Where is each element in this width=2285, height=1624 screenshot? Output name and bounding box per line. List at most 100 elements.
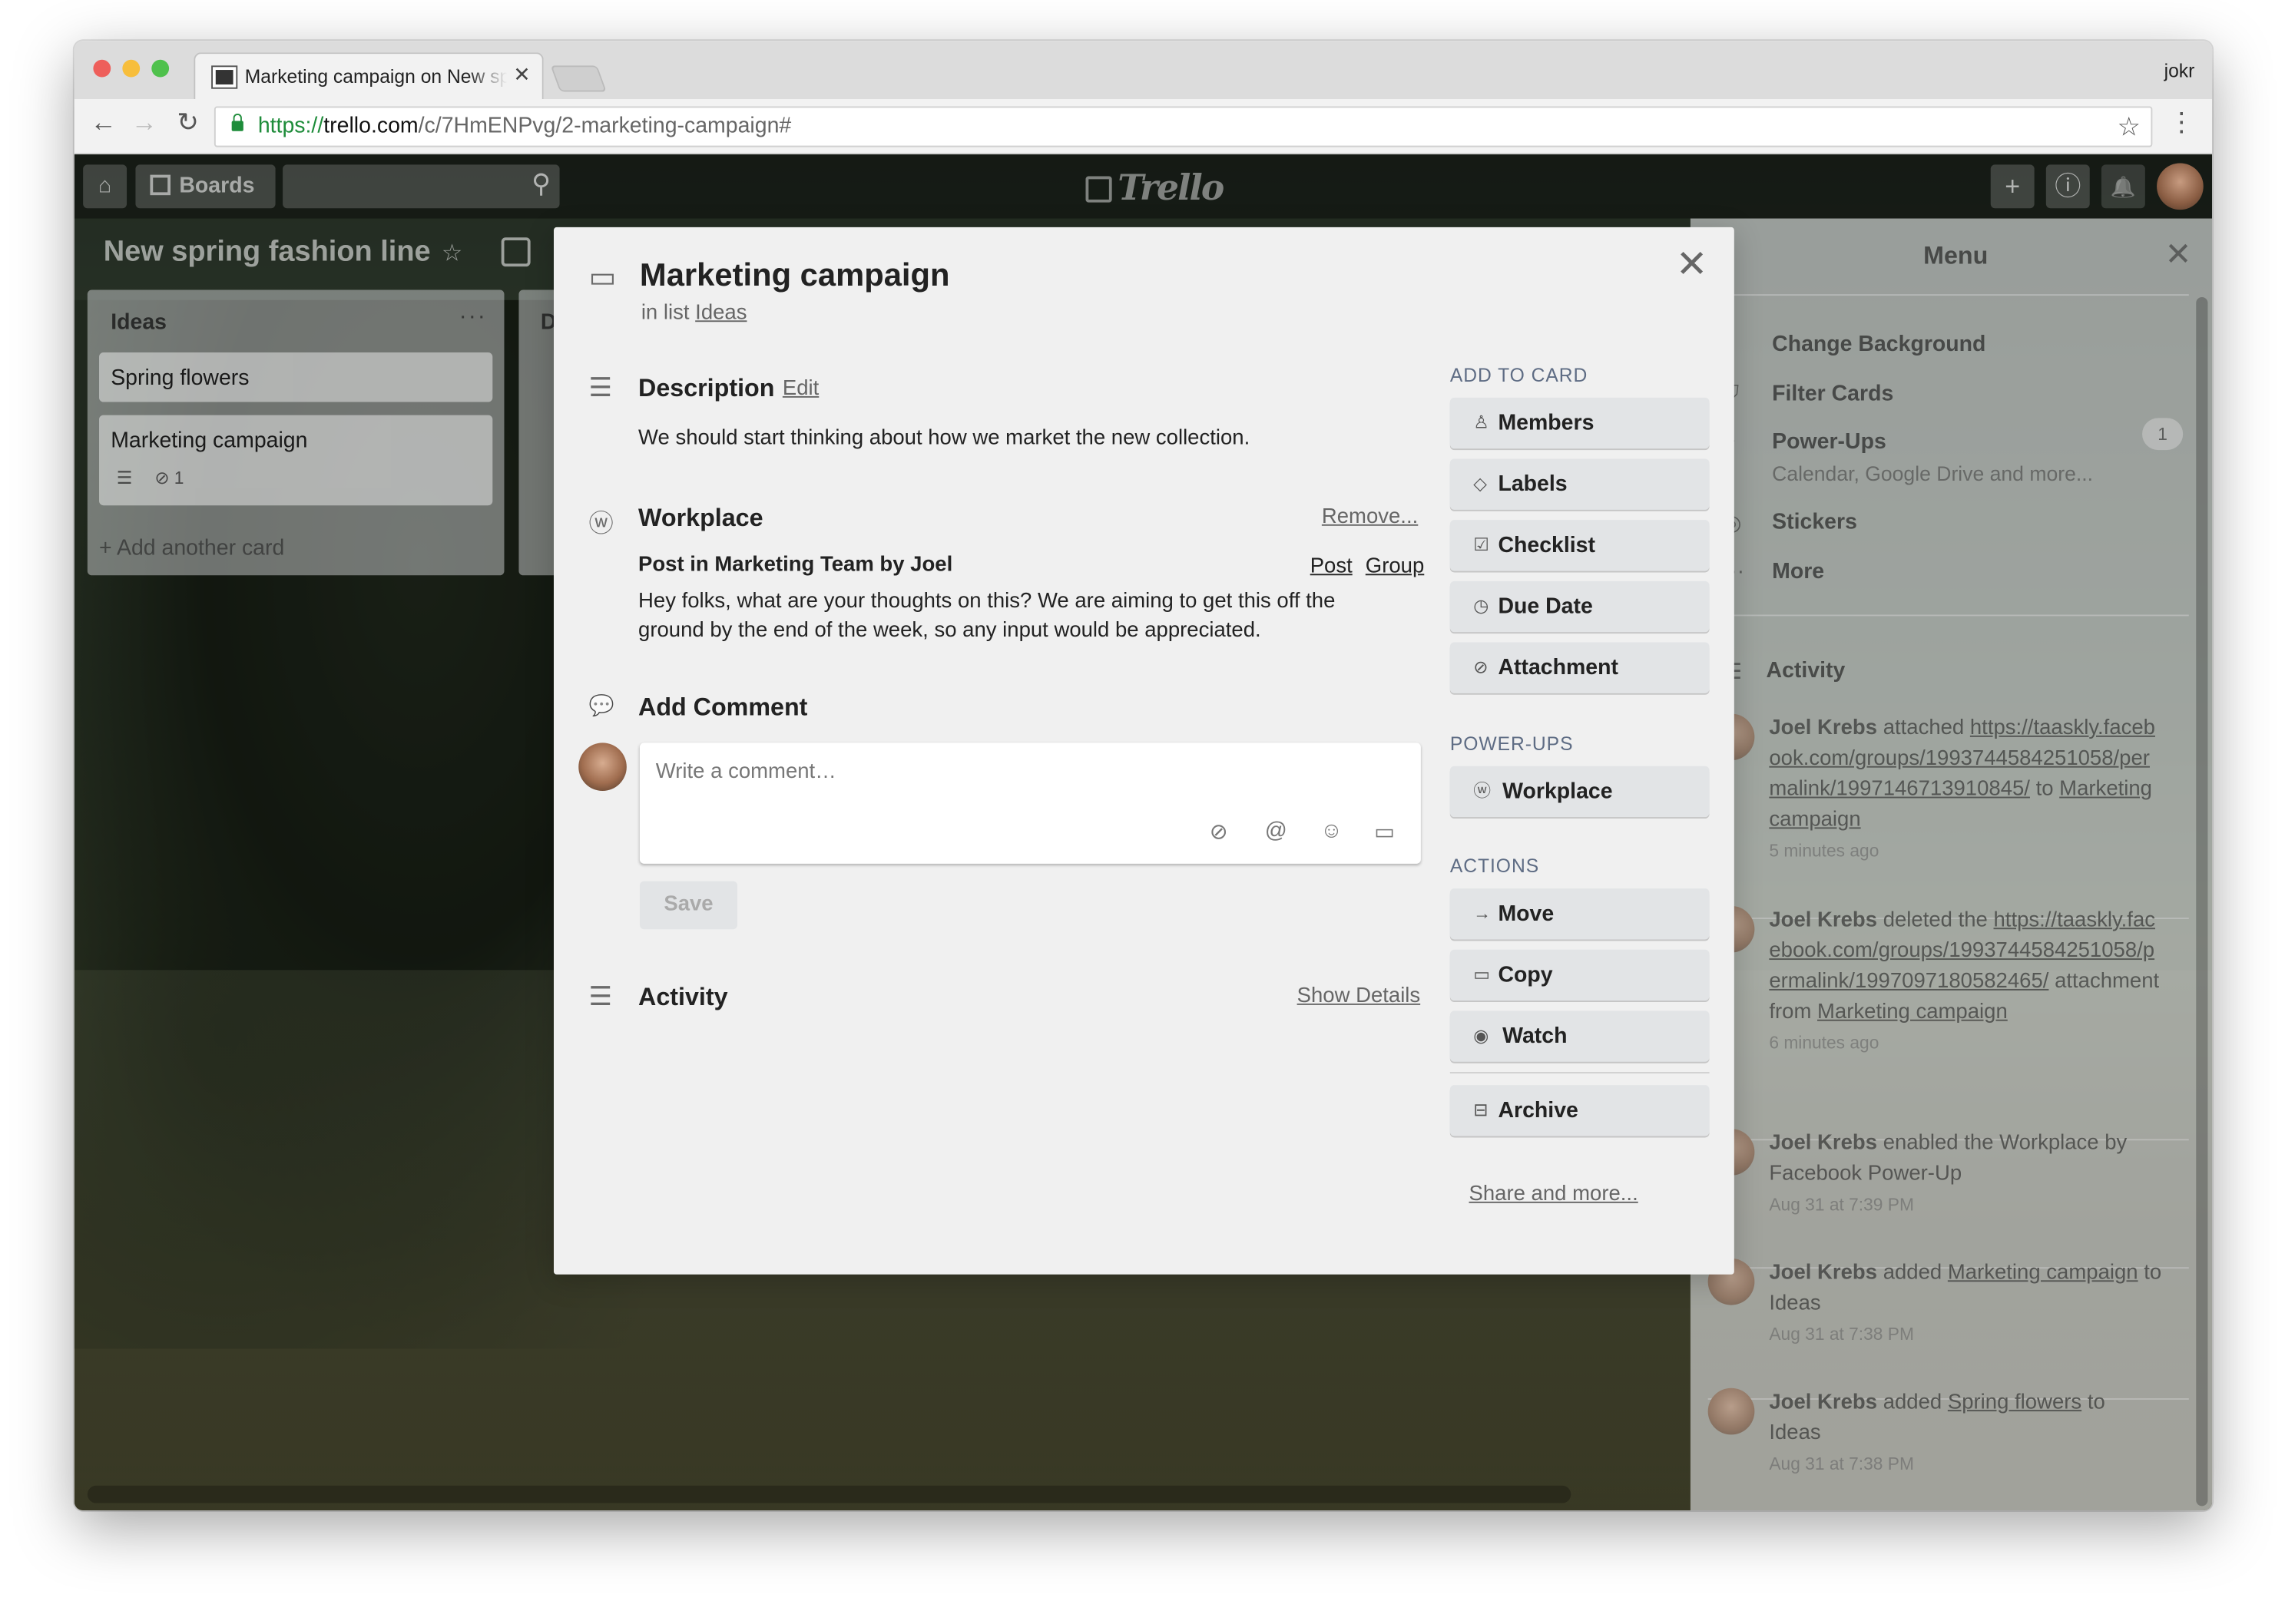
minimize-window-button[interactable] bbox=[122, 59, 141, 78]
zoom-window-button[interactable] bbox=[151, 59, 170, 78]
workplace-power-up-button[interactable]: ⓦ Workplace bbox=[1449, 766, 1710, 818]
forward-icon[interactable]: → bbox=[127, 107, 162, 138]
close-window-button[interactable] bbox=[93, 59, 111, 78]
attachment-icon[interactable]: ⊘ bbox=[1210, 819, 1228, 845]
activity-target-link[interactable]: Spring flowers bbox=[1948, 1391, 2081, 1414]
attachment-button[interactable]: ⊘ Attachment bbox=[1449, 642, 1710, 693]
activity-title: Activity bbox=[638, 983, 728, 1011]
activity-user[interactable]: Joel Krebs bbox=[1769, 1391, 1877, 1414]
menu-item-change-background[interactable]: Change Background bbox=[1772, 332, 1985, 356]
comment-input[interactable]: Write a comment… ⊘ @ ☺ ▭ bbox=[639, 743, 1421, 864]
close-tab-icon[interactable]: ✕ bbox=[513, 63, 530, 88]
browser-menu-icon[interactable]: ⋮ bbox=[2168, 107, 2194, 138]
members-button[interactable]: ♙ Members bbox=[1449, 397, 1710, 449]
show-details-link[interactable]: Show Details bbox=[1297, 984, 1421, 1007]
activity-user[interactable]: Joel Krebs bbox=[1769, 1132, 1877, 1155]
activity-time[interactable]: Aug 31 at 7:38 PM bbox=[1769, 1449, 2162, 1480]
button-label: Copy bbox=[1498, 962, 1553, 988]
profile-name[interactable]: jokr bbox=[2164, 60, 2195, 81]
activity-time[interactable]: Aug 31 at 7:39 PM bbox=[1769, 1190, 2162, 1221]
avatar[interactable] bbox=[2157, 163, 2204, 210]
browser-toolbar: ← → ↻ https://trello.com/c/7HmENPvg/2-ma… bbox=[74, 98, 2213, 155]
create-button[interactable]: + bbox=[1990, 164, 2035, 209]
close-icon[interactable]: ✕ bbox=[1676, 245, 1707, 283]
workplace-badge-icon[interactable] bbox=[501, 237, 531, 267]
browser-tab[interactable]: Marketing campaign on New spring fashion… bbox=[194, 52, 544, 99]
edit-description-link[interactable]: Edit bbox=[783, 377, 819, 400]
board-title[interactable]: New spring fashion line bbox=[104, 236, 431, 270]
activity-user[interactable]: Joel Krebs bbox=[1769, 909, 1877, 932]
card-icon[interactable]: ▭ bbox=[1374, 819, 1395, 845]
card-title[interactable]: Marketing campaign bbox=[640, 256, 950, 294]
board-star-icon[interactable]: ☆ bbox=[442, 239, 462, 268]
notifications-button[interactable]: 🔔 bbox=[2101, 164, 2145, 209]
labels-button[interactable]: ◇ Labels bbox=[1449, 458, 1710, 510]
mention-icon[interactable]: @ bbox=[1265, 819, 1287, 843]
new-tab-button[interactable] bbox=[550, 65, 607, 92]
activity-target-link[interactable]: Marketing campaign bbox=[1817, 1001, 2008, 1024]
attachment-icon: ⊘ bbox=[1473, 657, 1489, 678]
activity-time[interactable]: 6 minutes ago bbox=[1769, 1028, 2162, 1059]
activity-time[interactable]: 5 minutes ago bbox=[1769, 836, 2162, 867]
checklist-button[interactable]: ☑ Checklist bbox=[1449, 520, 1710, 571]
menu-item-power-ups[interactable]: Power-Ups bbox=[1772, 430, 1886, 455]
menu-item-stickers[interactable]: Stickers bbox=[1772, 510, 1857, 534]
avatar[interactable] bbox=[578, 743, 627, 791]
arrow-right-icon: → bbox=[1473, 903, 1491, 924]
list-card[interactable]: Spring flowers bbox=[99, 352, 493, 402]
move-button[interactable]: → Move bbox=[1449, 888, 1710, 940]
emoji-icon[interactable]: ☺ bbox=[1320, 819, 1343, 843]
menu-title: Menu bbox=[1923, 241, 1989, 270]
divider bbox=[1707, 614, 2189, 617]
copy-button[interactable]: ▭ Copy bbox=[1449, 949, 1710, 1001]
activity-user[interactable]: Joel Krebs bbox=[1769, 716, 1877, 739]
archive-button[interactable]: ⊟ Archive bbox=[1449, 1085, 1710, 1136]
remove-workplace-link[interactable]: Remove... bbox=[1322, 505, 1418, 528]
home-icon: ⌂ bbox=[98, 173, 112, 198]
avatar[interactable] bbox=[1707, 1388, 1755, 1435]
activity-target-link[interactable]: Marketing campaign bbox=[1948, 1262, 2138, 1285]
workplace-title: Workplace bbox=[638, 504, 763, 532]
card-badges: ☰ ⊘ 1 bbox=[117, 468, 184, 488]
menu-item-filter-cards[interactable]: Filter Cards bbox=[1772, 382, 1893, 406]
back-icon[interactable]: ← bbox=[86, 107, 121, 138]
share-and-more-link[interactable]: Share and more... bbox=[1469, 1182, 1638, 1206]
post-link[interactable]: Post bbox=[1310, 555, 1353, 578]
watch-button[interactable]: ◉ Watch bbox=[1449, 1010, 1710, 1062]
header-search[interactable]: ⚲ bbox=[283, 164, 560, 209]
horizontal-scrollbar[interactable] bbox=[87, 1485, 1571, 1503]
activity-user[interactable]: Joel Krebs bbox=[1769, 1262, 1877, 1285]
button-label: Attachment bbox=[1498, 655, 1619, 680]
url-scheme: https:// bbox=[257, 113, 324, 139]
description-text[interactable]: We should start thinking about how we ma… bbox=[638, 424, 1250, 453]
close-icon[interactable]: ✕ bbox=[2165, 236, 2192, 273]
list-menu-icon[interactable]: ··· bbox=[459, 304, 487, 330]
home-button[interactable]: ⌂ bbox=[83, 164, 127, 209]
card-detail-modal: ✕ ▭ Marketing campaign in list Ideas ☰ D… bbox=[553, 227, 1734, 1275]
save-button[interactable]: Save bbox=[639, 881, 738, 930]
due-date-button[interactable]: ◷ Due Date bbox=[1449, 580, 1710, 633]
archive-icon: ⊟ bbox=[1473, 1100, 1489, 1120]
workplace-icon: ⓦ bbox=[1473, 780, 1491, 802]
list-title[interactable]: Ideas bbox=[111, 310, 167, 335]
bookmark-star-icon[interactable]: ☆ bbox=[2118, 107, 2141, 145]
address-bar[interactable]: https://trello.com/c/7HmENPvg/2-marketin… bbox=[214, 106, 2153, 147]
trello-logo[interactable]: Trello bbox=[1085, 166, 1224, 208]
menu-scrollbar[interactable] bbox=[2196, 296, 2208, 1507]
boards-label: Boards bbox=[179, 173, 255, 198]
activity-time[interactable]: Aug 31 at 7:38 PM bbox=[1769, 1320, 2162, 1351]
screen: Marketing campaign on New spring fashion… bbox=[0, 0, 2285, 1624]
boards-button[interactable]: Boards bbox=[135, 164, 276, 209]
button-label: Members bbox=[1498, 410, 1595, 436]
activity-action: deleted the bbox=[1877, 908, 1994, 932]
list-link[interactable]: Ideas bbox=[695, 302, 747, 325]
actions-heading: ACTIONS bbox=[1449, 855, 1540, 877]
add-card-button[interactable]: + Add another card bbox=[99, 536, 284, 561]
list-card[interactable]: Marketing campaign ☰ ⊘ 1 bbox=[99, 415, 493, 506]
reload-icon[interactable]: ↻ bbox=[171, 107, 206, 138]
activity-action: attached bbox=[1877, 716, 1970, 740]
menu-item-more[interactable]: More bbox=[1772, 559, 1824, 584]
add-to-card-heading: ADD TO CARD bbox=[1449, 364, 1588, 386]
info-button[interactable]: ⓘ bbox=[2045, 164, 2090, 209]
group-link[interactable]: Group bbox=[1366, 555, 1424, 578]
